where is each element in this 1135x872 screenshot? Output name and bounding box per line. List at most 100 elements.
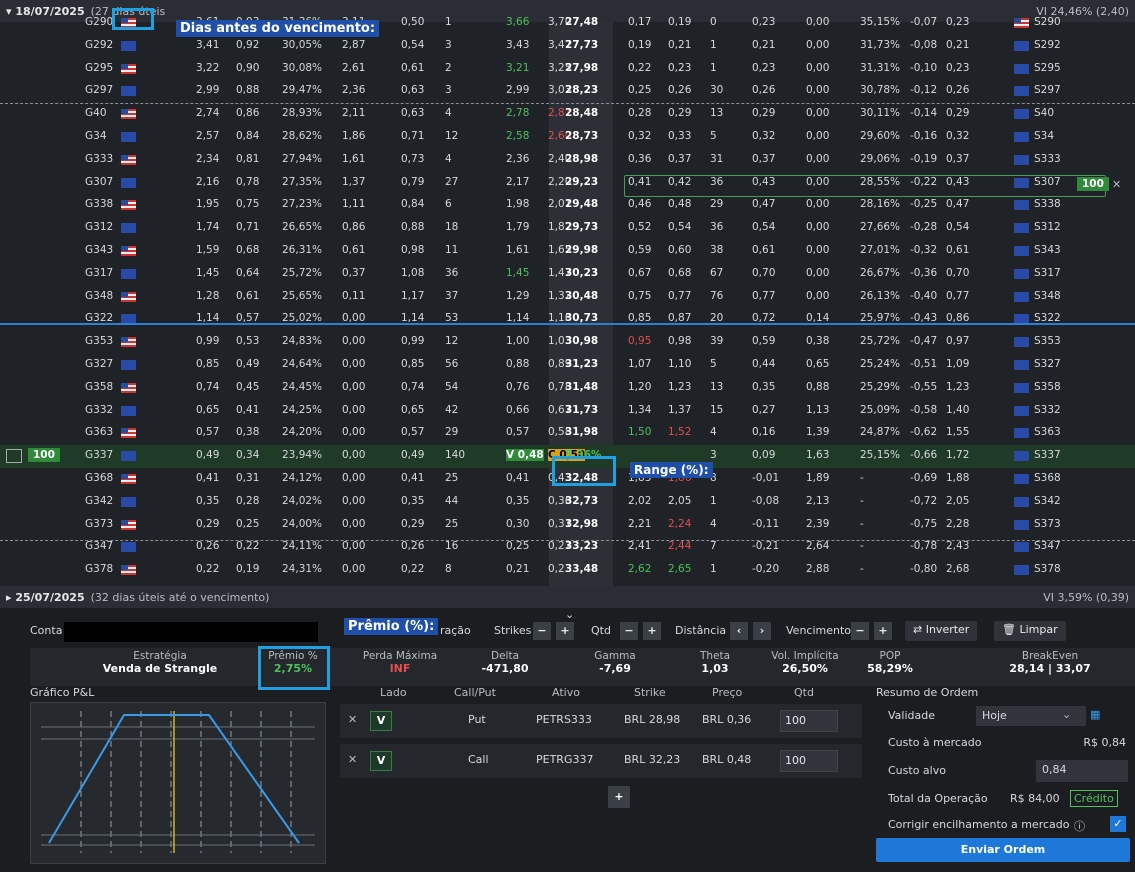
chain-cell[interactable]: 0,41 [506, 472, 529, 484]
send-order-button[interactable]: Enviar Ordem [876, 838, 1130, 862]
chain-row[interactable]: G312 1,74 0,71 26,65% 0,86 0,88 18 1,79 1,82 29,7… [0, 217, 1135, 240]
vencimento-minus-button[interactable]: − [851, 622, 869, 640]
chain-cell[interactable]: 2,36 [506, 153, 529, 165]
chain-cell[interactable]: 0,29 [668, 107, 691, 119]
remove-leg-icon[interactable]: ✕ [348, 753, 357, 766]
chain-row[interactable]: G373 0,29 0,25 24,00% 0,00 0,29 25 0,30 0,31 32,9… [0, 514, 1135, 537]
expiry-header-2[interactable]: ▸ 25/07/2025 (32 dias úteis até o vencim… [0, 586, 1135, 608]
chain-cell[interactable]: V 0,48 [506, 449, 544, 462]
leg-qty-input[interactable]: 100 [780, 750, 838, 772]
chain-row[interactable]: G317 1,45 0,64 25,72% 0,37 1,08 36 1,45 1,47 30,2… [0, 263, 1135, 286]
chain-cell[interactable]: 0,76 [506, 381, 529, 393]
chain-row[interactable]: G322 1,14 0,57 25,02% 0,00 1,14 53 1,14 1,16 30,7… [0, 308, 1135, 331]
leg-qty-input[interactable]: 100 [780, 710, 838, 732]
chain-row[interactable]: G332 0,65 0,41 24,25% 0,00 0,65 42 0,66 0,67 31,7… [0, 400, 1135, 423]
chain-cell[interactable]: 1,20 [628, 381, 651, 393]
chain-cell[interactable]: 0,57 [506, 426, 529, 438]
chain-cell[interactable]: 0,77 [668, 290, 691, 302]
strikes-minus-button[interactable]: − [533, 622, 551, 640]
vencimento-plus-button[interactable]: + [874, 622, 892, 640]
chain-cell[interactable]: 0,19 [668, 16, 691, 28]
chain-cell[interactable]: 2,44 [668, 540, 691, 552]
chain-cell[interactable]: 0,48 [668, 198, 691, 210]
chain-cell[interactable]: 2,62 [628, 563, 651, 575]
chain-cell[interactable]: 0,37 [668, 153, 691, 165]
chain-cell[interactable]: 2,41 [628, 540, 651, 552]
chain-cell[interactable]: 0,98 [668, 335, 691, 347]
qtd-plus-button[interactable]: + [643, 622, 661, 640]
chain-cell[interactable]: 2,58 [506, 130, 529, 142]
close-icon[interactable]: ✕ [1112, 178, 1121, 191]
chain-cell[interactable]: 0,33 [668, 130, 691, 142]
chain-row[interactable]: G292 3,41 0,92 30,05% 2,87 0,54 3 3,43 3,47 27,73… [0, 35, 1135, 58]
chain-cell[interactable]: 3,43 [506, 39, 529, 51]
limpar-button[interactable]: 🗑 Limpar [994, 621, 1066, 641]
chain-cell[interactable]: 0,75 [628, 290, 651, 302]
chain-cell[interactable]: 0,23 [668, 62, 691, 74]
chain-cell[interactable]: 1,52 [668, 426, 691, 438]
chain-row[interactable]: G338 1,95 0,75 27,23% 1,11 0,84 6 1,98 2,01 29,48… [0, 194, 1135, 217]
expiry-date[interactable]: ▸ 25/07/2025 [6, 591, 85, 604]
chain-cell[interactable]: 1,34 [628, 404, 651, 416]
remove-leg-icon[interactable]: ✕ [348, 713, 357, 726]
chain-cell[interactable]: 1,29 [506, 290, 529, 302]
chain-cell[interactable]: 2,21 [628, 518, 651, 530]
chain-cell[interactable]: 2,65 [668, 563, 691, 575]
chain-cell[interactable]: 1,61 [506, 244, 529, 256]
chain-row[interactable]: G333 2,34 0,81 27,94% 1,61 0,73 4 2,36 2,40 28,98… [0, 149, 1135, 172]
chain-cell[interactable]: 1,50 [628, 426, 651, 438]
chain-cell[interactable]: 1,98 [506, 198, 529, 210]
chain-cell[interactable]: 0,68 [668, 267, 691, 279]
chain-cell[interactable]: 0,88 [506, 358, 529, 370]
add-leg-button[interactable]: + [608, 786, 630, 808]
chain-row[interactable]: G34 2,57 0,84 28,62% 1,86 0,71 12 2,58 2,60 28,73… [0, 126, 1135, 149]
account-field[interactable] [64, 622, 318, 642]
chain-cell[interactable]: 0,67 [628, 267, 651, 279]
chain-cell[interactable]: 3,21 [506, 62, 529, 74]
chain-row[interactable]: G297 2,99 0,88 29,47% 2,36 0,63 3 2,99 3,03 28,23… [0, 80, 1135, 103]
chain-row[interactable]: G327 0,85 0,49 24,64% 0,00 0,85 56 0,88 0,89 31,2… [0, 354, 1135, 377]
chain-cell[interactable]: 2,17 [506, 176, 529, 188]
chain-cell[interactable]: 0,36 [628, 153, 651, 165]
chain-cell[interactable]: 0,46 [628, 198, 651, 210]
qtd-minus-button[interactable]: − [620, 622, 638, 640]
put-qty-badge[interactable]: 100 [1077, 177, 1109, 191]
chain-row[interactable]: G353 0,99 0,53 24,83% 0,00 0,99 12 1,00 1,03 30,9… [0, 331, 1135, 354]
custo-alvo-input[interactable]: 0,84 [1036, 760, 1128, 782]
call-qty-badge[interactable]: 100 [28, 448, 60, 463]
chain-cell[interactable]: 1,37 [668, 404, 691, 416]
chain-cell[interactable]: 2,05 [668, 495, 691, 507]
chain-cell[interactable]: 0,22 [628, 62, 651, 74]
minimize-icon[interactable] [6, 449, 22, 464]
chain-cell[interactable]: 0,95 [628, 335, 651, 347]
chain-cell[interactable]: 2,02 [628, 495, 651, 507]
distance-right-button[interactable]: › [753, 622, 771, 640]
chain-cell[interactable]: 1,23 [668, 381, 691, 393]
chain-cell[interactable]: 0,60 [668, 244, 691, 256]
chain-cell[interactable]: 2,78 [506, 107, 529, 119]
side-button[interactable]: V [370, 711, 392, 731]
chain-cell[interactable]: 1,07 [628, 358, 651, 370]
chain-cell[interactable]: 1,10 [668, 358, 691, 370]
chain-row[interactable]: G348 1,28 0,61 25,65% 0,11 1,17 37 1,29 1,32 30,4… [0, 286, 1135, 309]
corrigir-checkbox[interactable]: ✓ [1110, 816, 1126, 832]
chain-row[interactable]: G295 3,22 0,90 30,08% 2,61 0,61 2 3,21 3,25 27,98… [0, 58, 1135, 81]
chain-cell[interactable]: 2,99 [506, 84, 529, 96]
calendar-icon[interactable]: ▦ [1090, 708, 1100, 721]
chain-cell[interactable]: 0,54 [668, 221, 691, 233]
chain-cell[interactable]: 0,35 [506, 495, 529, 507]
chain-cell[interactable]: 0,25 [628, 84, 651, 96]
chain-row[interactable]: G40 2,74 0,86 28,93% 2,11 0,63 4 2,78 2,81 28,48 0… [0, 103, 1135, 126]
chevron-down-icon[interactable]: ⌄ [1062, 708, 1071, 721]
chain-cell[interactable]: 0,59 [628, 244, 651, 256]
chain-cell[interactable]: 1,00 [506, 335, 529, 347]
side-button[interactable]: V [370, 751, 392, 771]
chain-cell[interactable]: 0,21 [506, 563, 529, 575]
chain-cell[interactable]: 1,79 [506, 221, 529, 233]
chain-row[interactable]: G343 1,59 0,68 26,31% 0,61 0,98 11 1,61 1,65 29,9… [0, 240, 1135, 263]
chain-cell[interactable]: 0,19 [628, 39, 651, 51]
distance-left-button[interactable]: ‹ [730, 622, 748, 640]
strikes-plus-button[interactable]: + [556, 622, 574, 640]
chain-cell[interactable]: 0,28 [628, 107, 651, 119]
chain-cell[interactable]: 0,26 [668, 84, 691, 96]
